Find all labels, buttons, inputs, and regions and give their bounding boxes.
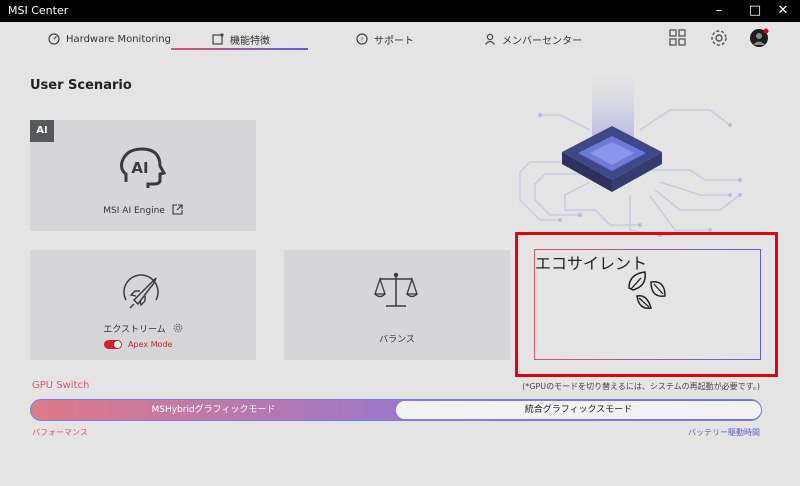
tab-label: Hardware Monitoring [66, 33, 171, 45]
user-icon [485, 33, 495, 45]
ai-head-icon: AI [120, 147, 166, 188]
active-tab-indicator [171, 48, 308, 50]
section-title: User Scenario [30, 78, 132, 93]
gpu-performance-caption: パフォーマンス [32, 428, 88, 437]
tab-label: メンバーセンター [502, 35, 582, 47]
gear-icon[interactable] [709, 28, 729, 48]
close-button[interactable]: ✕ [766, 0, 800, 22]
support-icon: ! [356, 33, 368, 45]
external-link-icon[interactable] [172, 204, 183, 215]
app-title: MSI Center [8, 4, 69, 17]
svg-text:!: ! [361, 36, 364, 44]
scale-icon [374, 272, 418, 307]
ai-engine-card[interactable]: AI MSI AI Engine [30, 120, 256, 231]
gear-icon[interactable] [173, 323, 183, 333]
apex-mode-label: Apex Mode [128, 340, 173, 349]
tab-label: 機能特徴 [230, 35, 270, 47]
tab-hardware-monitoring[interactable]: Hardware Monitoring [48, 28, 171, 50]
gpu-switch-control[interactable]: MSHybridグラフィックモード 統合グラフィックスモード [30, 399, 762, 421]
gpu-battery-caption: バッテリー駆動時間 [688, 428, 760, 437]
apex-mode-toggle[interactable] [104, 340, 122, 349]
grid-icon[interactable] [668, 28, 688, 48]
scenario-extreme-label: エクストリーム [103, 325, 166, 335]
avatar[interactable] [749, 28, 769, 48]
apex-mode-control[interactable]: Apex Mode [104, 340, 172, 349]
ai-engine-row: MSI AI Engine [30, 204, 256, 216]
tab-features[interactable]: 機能特徴 [212, 28, 270, 50]
gpu-switch-title: GPU Switch [32, 380, 90, 391]
chip-illustration [519, 74, 742, 237]
rocket-icon [123, 274, 159, 309]
selection-highlight [515, 232, 778, 377]
minimize-button[interactable]: – [702, 0, 736, 22]
feature-icon [212, 33, 224, 45]
title-bar: MSI Center – □ ✕ [0, 0, 800, 22]
gpu-option-integrated[interactable]: 統合グラフィックスモード [396, 401, 761, 419]
tab-member-center[interactable]: メンバーセンター [484, 28, 582, 50]
svg-text:AI: AI [131, 159, 148, 177]
gpu-switch-note: (*GPUのモードを切り替えるには、システムの再起動が必要です。) [522, 382, 760, 391]
scenario-balance-label: バランス [379, 335, 415, 345]
ai-badge: AI [30, 120, 54, 142]
scenario-extreme-label-row: エクストリーム [30, 322, 256, 335]
scenario-balance-card[interactable]: バランス [284, 250, 510, 360]
tab-label: サポート [374, 35, 414, 47]
gauge-icon [48, 33, 60, 45]
gpu-option-mshybrid[interactable]: MSHybridグラフィックモード [31, 400, 396, 420]
tab-support[interactable]: ! サポート [356, 28, 414, 50]
ai-engine-label: MSI AI Engine [103, 206, 165, 216]
